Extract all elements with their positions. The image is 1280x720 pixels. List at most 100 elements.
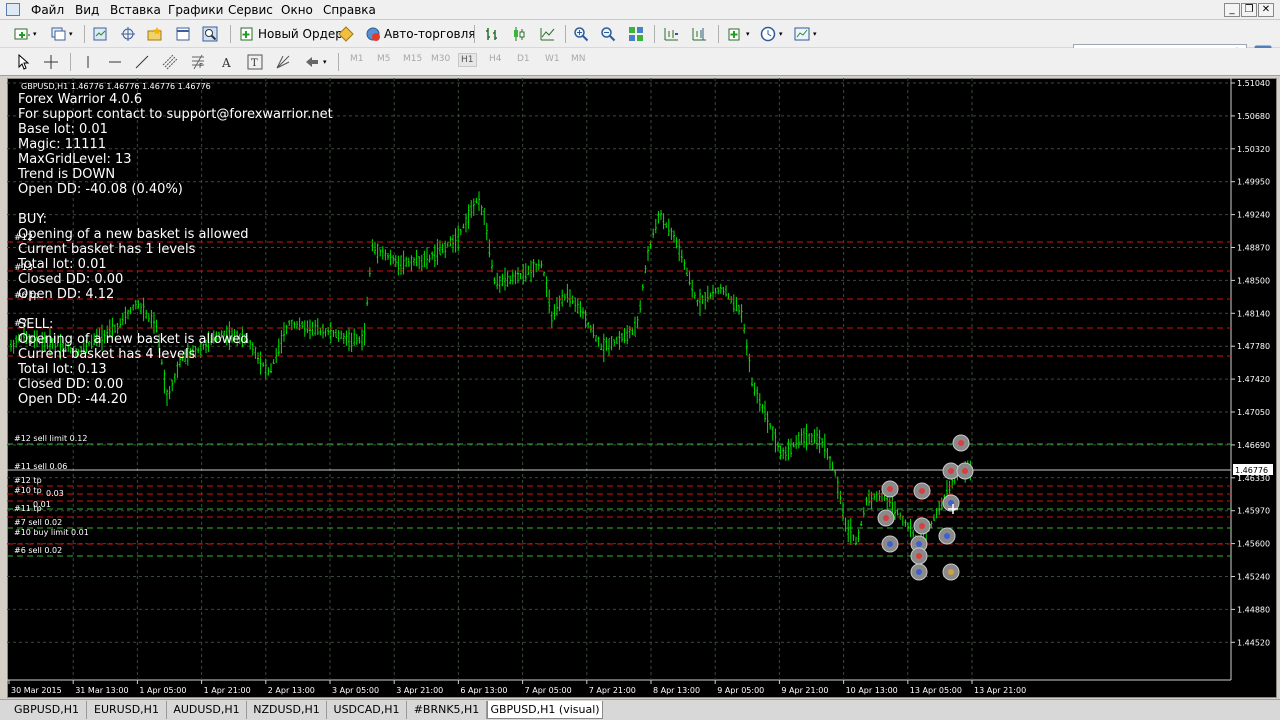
templates-button[interactable]: ▾ xyxy=(794,24,817,44)
vertical-line-icon xyxy=(87,56,89,68)
timeframe-h1[interactable]: H1 xyxy=(458,53,477,67)
navigator-button[interactable] xyxy=(147,24,163,44)
order-marker-dot xyxy=(919,488,925,494)
time-label: 3 Apr 21:00 xyxy=(396,686,443,695)
chart-shift-button[interactable] xyxy=(691,24,707,44)
tab-audusd-h1[interactable]: AUDUSD,H1 xyxy=(167,701,247,719)
price-label: 1.49950 xyxy=(1237,178,1270,187)
strategy-tester-button[interactable] xyxy=(202,24,218,44)
indicators-button[interactable]: ▾ xyxy=(727,24,750,44)
order-tag: #6 tp xyxy=(14,291,40,301)
vertical-line-tool[interactable] xyxy=(80,52,96,72)
chart-shift-icon xyxy=(692,28,706,41)
profiles-button[interactable]: ▾ xyxy=(50,24,73,44)
cursor-tool[interactable] xyxy=(16,52,32,72)
fibonacci-icon: F xyxy=(192,54,204,70)
new-order-label: Новый Ордер xyxy=(258,27,343,41)
order-label: #12 sell limit 0.12 xyxy=(14,434,87,443)
auto-scroll-button[interactable] xyxy=(663,24,679,44)
crosshair-tool[interactable] xyxy=(43,52,59,72)
menu-window[interactable]: Окно xyxy=(281,3,313,17)
tab-brnk5-h1[interactable]: #BRNK5,H1 xyxy=(407,701,487,719)
order-marker-dot xyxy=(883,515,889,521)
periods-button[interactable]: ▾ xyxy=(760,24,783,44)
timeframe-h4[interactable]: H4 xyxy=(489,54,502,64)
timeframe-m5[interactable]: M5 xyxy=(377,54,391,64)
price-label: 1.47050 xyxy=(1237,408,1270,417)
magnifier-chart-icon xyxy=(202,26,218,42)
timeframe-d1[interactable]: D1 xyxy=(517,54,530,64)
line-chart-button[interactable] xyxy=(539,24,555,44)
bar-chart-button[interactable] xyxy=(484,24,500,44)
order-label: #6 sell 0.02 xyxy=(14,546,62,555)
order-label: #10 buy limit 0.01 xyxy=(14,528,89,537)
price-label: 1.48870 xyxy=(1237,244,1270,253)
menu-bar: Файл Вид Вставка Графики Сервис Окно Спр… xyxy=(0,0,1280,20)
arrows-tool[interactable]: ▾ xyxy=(304,52,327,72)
menu-insert[interactable]: Вставка xyxy=(110,3,161,17)
menu-file[interactable]: Файл xyxy=(31,3,64,17)
terminal-button[interactable] xyxy=(175,24,191,44)
standard-toolbar: ▾ ▾ Новый Ордер Авто-торговля ▾ ▾ ▾ 5 xyxy=(0,20,1280,64)
order-marker-dot xyxy=(948,569,954,575)
zoom-in-icon xyxy=(574,27,589,42)
zoom-in-button[interactable] xyxy=(573,24,589,44)
menu-charts[interactable]: Графики xyxy=(168,3,223,17)
indicators-icon xyxy=(728,28,740,41)
meta-editor-button[interactable] xyxy=(338,24,354,44)
timeframe-m15[interactable]: M15 xyxy=(403,54,422,64)
autotrading-button[interactable]: Авто-торговля xyxy=(365,24,476,44)
sell-info-line: Opening of a new basket is allowed xyxy=(18,332,249,347)
new-order-button[interactable]: Новый Ордер xyxy=(239,24,343,44)
time-label: 8 Apr 13:00 xyxy=(653,686,700,695)
diamond-icon xyxy=(338,26,354,42)
trendline-tool[interactable] xyxy=(134,52,150,72)
line-chart-icon xyxy=(540,28,555,41)
order-label: #11 tp xyxy=(14,504,42,513)
text-tool[interactable]: A xyxy=(219,52,235,72)
chart-window[interactable]: 1.51040 1.50680 1.50320 1.49950 1.49240 1.488… xyxy=(7,78,1277,698)
tab-eurusd-h1[interactable]: EURUSD,H1 xyxy=(87,701,167,719)
tab-usdcad-h1[interactable]: USDCAD,H1 xyxy=(327,701,407,719)
data-window-button[interactable] xyxy=(120,24,136,44)
timeframe-w1[interactable]: W1 xyxy=(545,54,560,64)
drawing-toolbar: F A T ▾ M1 M5 M15 M30 H1 H4 D1 W1 MN xyxy=(0,48,1280,76)
tab-nzdusd-h1[interactable]: NZDUSD,H1 xyxy=(247,701,327,719)
zoom-out-button[interactable] xyxy=(600,24,616,44)
market-watch-button[interactable] xyxy=(92,24,108,44)
new-chart-button[interactable]: ▾ xyxy=(14,24,37,44)
menu-tools[interactable]: Сервис xyxy=(228,3,273,17)
time-label: 2 Apr 13:00 xyxy=(268,686,315,695)
cursor-icon xyxy=(18,54,30,70)
fibonacci-tool[interactable]: F xyxy=(190,52,206,72)
timeframe-m30[interactable]: M30 xyxy=(431,54,450,64)
channel-tool[interactable] xyxy=(162,52,178,72)
gann-tool[interactable] xyxy=(275,52,291,72)
autotrading-label: Авто-торговля xyxy=(384,27,476,41)
order-label: #10 tp xyxy=(14,486,42,495)
arrows-icon xyxy=(306,57,318,67)
minimize-button[interactable]: _ xyxy=(1224,3,1240,17)
sell-info-line: Open DD: -44.20 xyxy=(18,392,127,407)
time-label: 3 Apr 05:00 xyxy=(332,686,379,695)
menu-help[interactable]: Справка xyxy=(323,3,376,17)
ea-info-line: Open DD: -40.08 (0.40%) xyxy=(18,182,183,197)
star-folder-icon xyxy=(147,27,162,41)
ea-info-line: Trend is DOWN xyxy=(17,167,115,182)
price-chart[interactable]: 1.51040 1.50680 1.50320 1.49950 1.49240 1.488… xyxy=(7,78,1277,698)
tab-gbpusd-h1[interactable]: GBPUSD,H1 xyxy=(7,701,87,719)
horizontal-line-icon xyxy=(109,61,121,63)
menu-view[interactable]: Вид xyxy=(75,3,99,17)
tile-windows-button[interactable] xyxy=(628,24,644,44)
timeframe-m1[interactable]: M1 xyxy=(350,54,364,64)
time-label: 31 Mar 13:00 xyxy=(75,686,128,695)
text-label-tool[interactable]: T xyxy=(247,52,263,72)
restore-button[interactable]: ❐ xyxy=(1241,3,1257,17)
candlestick-button[interactable] xyxy=(511,24,527,44)
horizontal-line-tool[interactable] xyxy=(107,52,123,72)
tab-gbpusd-h1-visual[interactable]: GBPUSD,H1 (visual) xyxy=(487,701,603,719)
order-label: #7 sell 0.02 xyxy=(14,518,62,527)
timeframe-mn[interactable]: MN xyxy=(571,54,586,64)
price-label: 1.45600 xyxy=(1237,540,1270,549)
close-button[interactable]: ✕ xyxy=(1258,3,1274,17)
